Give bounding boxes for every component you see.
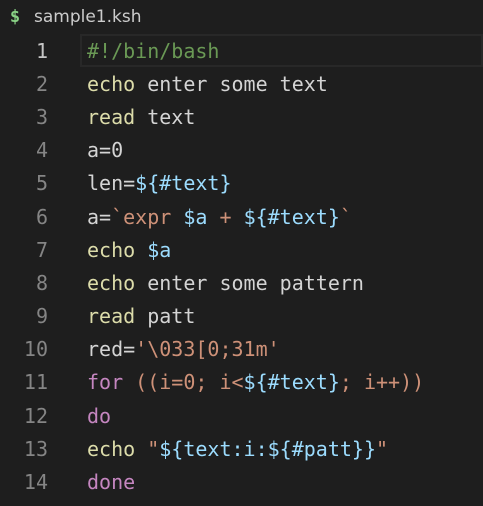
code-token-text: patt xyxy=(135,304,196,329)
code-line[interactable]: 13 echo "${text:i:${#patt}}" xyxy=(0,432,483,465)
code-token-var: ${#text} xyxy=(135,171,232,196)
code-line[interactable]: 4 a=0 xyxy=(0,134,483,167)
code-line[interactable]: 6 a=`expr $a + ${#text}` xyxy=(0,200,483,233)
code-text[interactable]: do xyxy=(87,404,111,428)
code-token-cmd: echo xyxy=(87,71,136,96)
code-editor[interactable]: 1 #!/bin/bash 2 echo enter some text 3 read t… xyxy=(0,34,483,499)
code-line[interactable]: 14 done xyxy=(0,465,483,498)
code-token-var: ${text:i:${#patt}} xyxy=(159,436,377,461)
code-text[interactable]: echo $a xyxy=(87,238,171,262)
code-text[interactable]: len=${#text} xyxy=(87,171,232,195)
code-line[interactable]: 2 echo enter some text xyxy=(0,67,483,100)
line-number: 7 xyxy=(35,237,48,262)
code-token-text: red= xyxy=(87,337,136,362)
line-number: 8 xyxy=(35,270,48,295)
code-line[interactable]: 9 read patt xyxy=(0,300,483,333)
code-token-text: a=0 xyxy=(87,138,124,163)
code-line[interactable]: 10 red='\033[0;31m' xyxy=(0,333,483,366)
code-text[interactable]: echo "${text:i:${#patt}}" xyxy=(87,437,388,461)
code-token-text: len= xyxy=(87,171,136,196)
code-line[interactable]: 7 echo $a xyxy=(0,233,483,266)
code-line[interactable]: 11 for ((i=0; i<${#text}; i++)) xyxy=(0,366,483,399)
code-token-cmd: echo xyxy=(87,270,136,295)
code-line[interactable]: 1 #!/bin/bash xyxy=(0,34,483,68)
code-token-text: enter some pattern xyxy=(135,270,364,295)
code-token-cmd: echo xyxy=(87,436,136,461)
line-number: 1 xyxy=(35,38,48,63)
code-line[interactable]: 3 read text xyxy=(0,100,483,133)
code-text[interactable]: a=`expr $a + ${#text}` xyxy=(87,205,352,229)
code-token-str: `expr xyxy=(111,204,184,229)
line-number: 13 xyxy=(23,436,48,461)
code-token-str: ; i++)) xyxy=(339,370,425,395)
code-line[interactable]: 5 len=${#text} xyxy=(0,167,483,200)
line-number: 11 xyxy=(23,370,48,395)
code-token-kw: for xyxy=(87,370,124,395)
line-number: 4 xyxy=(35,138,48,163)
code-token-cmd: read xyxy=(87,304,136,329)
code-token-var: ${#text} xyxy=(243,370,340,395)
code-text[interactable]: echo enter some pattern xyxy=(87,271,364,295)
line-number: 10 xyxy=(23,337,48,362)
code-line[interactable]: 8 echo enter some pattern xyxy=(0,266,483,299)
code-token-str: " xyxy=(376,436,389,461)
code-text[interactable]: done xyxy=(87,470,135,494)
code-token-cmt: #!/bin/bash xyxy=(87,38,220,63)
line-number: 14 xyxy=(23,470,48,495)
code-token-var: ${#text} xyxy=(243,204,340,229)
code-token-kw: do xyxy=(87,403,112,428)
line-number: 5 xyxy=(35,171,48,196)
code-text[interactable]: a=0 xyxy=(87,138,123,162)
code-token-str: ((i=0; i< xyxy=(123,370,244,395)
code-text[interactable]: read text xyxy=(87,105,195,129)
code-token-text: a= xyxy=(87,204,112,229)
tab-title: sample1.ksh xyxy=(34,7,142,27)
code-token-kw: done xyxy=(87,470,136,495)
code-token-str: " xyxy=(135,436,160,461)
line-number: 6 xyxy=(35,204,48,229)
shell-file-icon: $ xyxy=(9,7,21,27)
code-text[interactable]: #!/bin/bash xyxy=(87,39,219,63)
code-text[interactable]: read patt xyxy=(87,304,195,328)
code-token-var: $a xyxy=(147,237,172,262)
code-token-str: ` xyxy=(339,204,352,229)
code-text[interactable]: echo enter some text xyxy=(87,72,328,96)
line-number: 12 xyxy=(23,403,48,428)
line-number: 2 xyxy=(35,71,48,96)
editor-tab[interactable]: $ sample1.ksh xyxy=(0,0,483,34)
code-text[interactable]: for ((i=0; i<${#text}; i++)) xyxy=(87,370,424,394)
line-number: 9 xyxy=(35,304,48,329)
code-token-text: enter some text xyxy=(135,71,328,96)
code-token-cmd: read xyxy=(87,104,136,129)
code-token-str: '\033[0;31m' xyxy=(135,337,280,362)
code-token-cmd: echo xyxy=(87,237,136,262)
code-text[interactable]: red='\033[0;31m' xyxy=(87,337,280,361)
code-line[interactable]: 12 do xyxy=(0,399,483,432)
code-token-str: + xyxy=(207,204,244,229)
code-token-text: text xyxy=(135,104,196,129)
line-number: 3 xyxy=(35,104,48,129)
code-token-var: $a xyxy=(183,204,208,229)
